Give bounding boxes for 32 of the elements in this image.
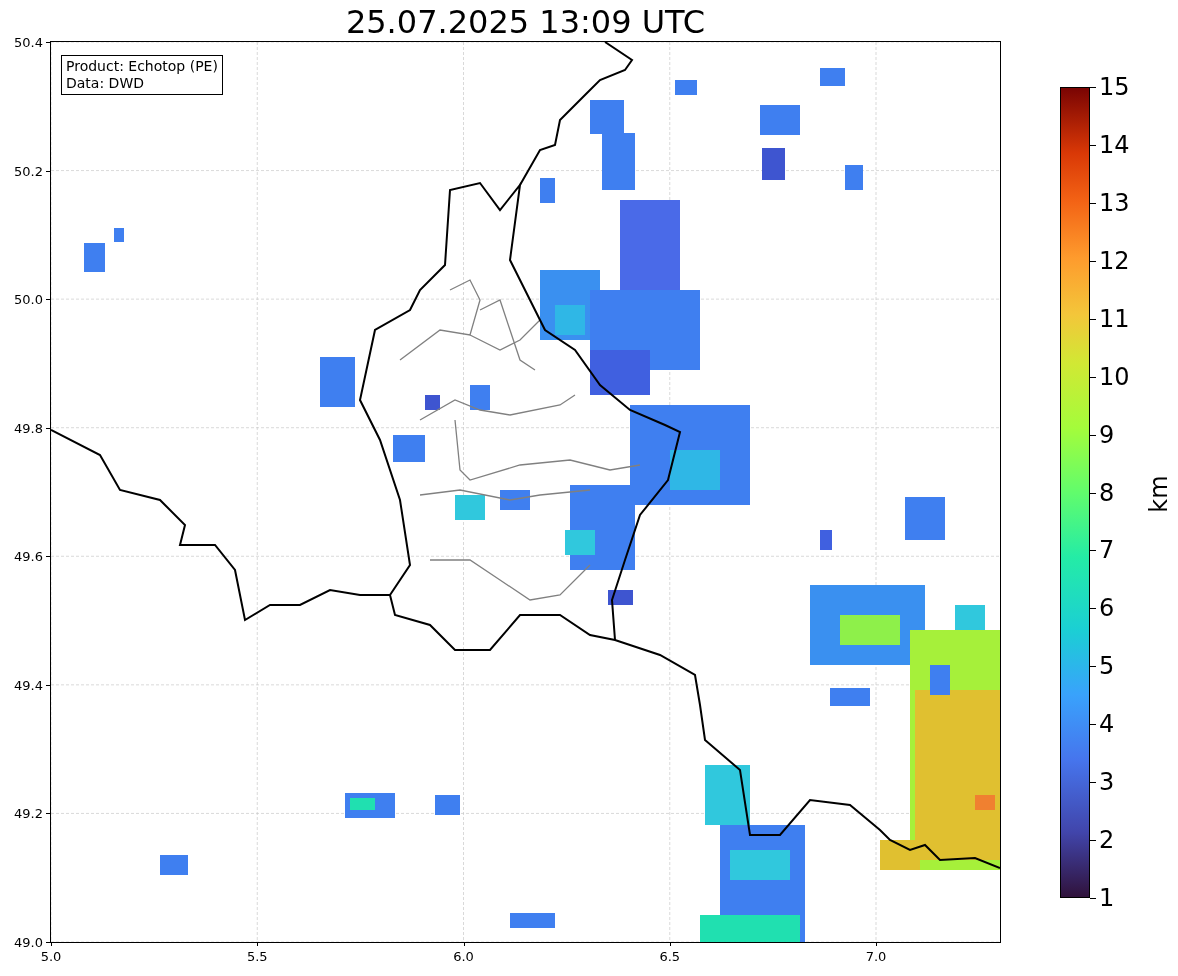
colorbar-tick-label: 7 [1099, 537, 1115, 564]
colorbar-tick-label: 13 [1099, 189, 1130, 216]
axis-tick-label: 49.8 [14, 420, 43, 436]
colorbar-tick-label: 3 [1099, 769, 1115, 796]
colorbar-tick-label: 4 [1099, 711, 1115, 738]
info-text: Product: Echotop (PE) [66, 58, 218, 75]
axis-tick-label: 6.5 [659, 949, 681, 964]
axis-tick-label: 49.2 [14, 805, 43, 821]
colorbar-tick-label: 11 [1099, 305, 1130, 332]
axis-tick-label: 50.4 [14, 34, 43, 50]
colorbar-tick-label: 10 [1099, 363, 1130, 390]
colorbar-tick-label: 12 [1099, 247, 1130, 274]
colorbar-tick-label: 1 [1099, 885, 1115, 911]
axis-tick-label: 49.4 [14, 677, 43, 693]
colorbar-tick-label: 15 [1099, 74, 1130, 100]
axis-tick-label: 5.5 [246, 949, 268, 964]
colorbar-tick-label: 9 [1099, 421, 1115, 448]
info-text: Data: DWD [66, 75, 145, 92]
colorbar-tick-label: 14 [1099, 131, 1130, 158]
colorbar-tick-label: 2 [1099, 827, 1115, 854]
axis-tick-label: 49.0 [14, 934, 43, 950]
axis-tick-label: 50.2 [14, 163, 43, 179]
colorbar-tick-label: 6 [1099, 595, 1115, 622]
colorbar-label: km [1144, 475, 1173, 513]
colorbar-tick-label: 5 [1099, 653, 1115, 680]
axis-tick-label: 5.0 [40, 949, 62, 964]
colorbar-tick-label: 8 [1099, 479, 1115, 506]
axis-tick-label: 50.0 [14, 291, 43, 307]
axis-tick-label: 49.6 [14, 548, 43, 564]
axis-tick-label: 7.0 [865, 949, 887, 964]
axis-tick-label: 6.0 [453, 949, 474, 964]
chart-title: 25.07.2025 13:09 UTC [344, 2, 707, 42]
